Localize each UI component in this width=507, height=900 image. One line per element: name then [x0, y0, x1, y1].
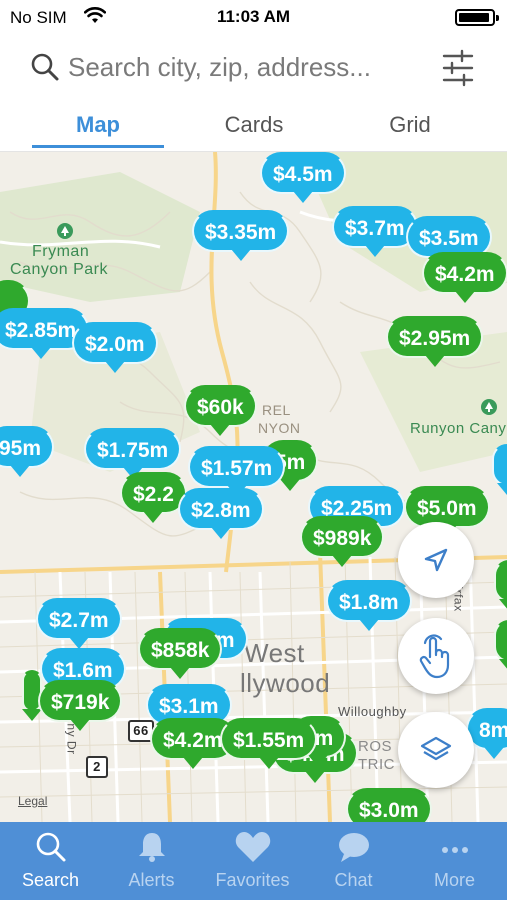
clock: 11:03 AM	[216, 7, 291, 26]
search-icon	[31, 53, 59, 81]
locate-me-button[interactable]	[398, 522, 474, 598]
price-pin[interactable]: $4.5m	[260, 152, 346, 203]
map-label-canyon: NYON	[258, 420, 301, 436]
more-dots-icon	[441, 847, 468, 853]
map-label-laurel: REL	[262, 402, 291, 418]
price-pin[interactable]: $2.95m	[386, 316, 484, 367]
nav-label: Search	[21, 870, 80, 890]
map-view[interactable]: Fryman Canyon Park Runyon Cany REL NYON …	[0, 152, 507, 822]
nav-chat[interactable]: Chat	[303, 822, 404, 900]
view-tabs: Map Cards Grid	[0, 100, 507, 152]
legal-link[interactable]: Legal	[18, 794, 47, 808]
bottom-tab-bar: Search Alerts Favorites Chat More	[0, 822, 507, 900]
nav-search[interactable]: Search	[0, 822, 101, 900]
route-2-shield: 2	[86, 756, 108, 778]
nav-alerts[interactable]: Alerts	[101, 822, 202, 900]
nav-label: Alerts	[128, 870, 175, 890]
price-pin[interactable]: $5.0m	[404, 486, 490, 537]
price-pin[interactable]: $858k	[138, 628, 223, 679]
price-pin[interactable]	[492, 444, 507, 495]
map-layers-button[interactable]	[398, 712, 474, 788]
price-pin[interactable]: $60k	[184, 385, 257, 436]
nav-favorites[interactable]: Favorites	[202, 822, 303, 900]
map-label-hollywood: llywood	[240, 668, 331, 698]
price-pin[interactable]: $2.2	[120, 472, 187, 523]
nav-label: More	[433, 870, 475, 890]
price-pin[interactable]: $3.7m	[332, 206, 418, 257]
map-label-west: West	[244, 638, 305, 668]
bell-icon	[138, 833, 165, 862]
nav-more[interactable]: More	[404, 822, 505, 900]
price-pin[interactable]: 95m	[0, 426, 55, 477]
map-label-willoughby: Willoughby	[338, 704, 407, 719]
navigation-arrow-icon	[424, 548, 448, 572]
draw-area-button[interactable]	[398, 618, 474, 694]
search-icon	[36, 832, 65, 862]
price-pin[interactable]: $3.35m	[192, 210, 290, 261]
park-marker-icon	[481, 399, 497, 415]
battery-icon	[455, 9, 499, 26]
price-pin[interactable]: $2.0m	[72, 322, 158, 373]
search-bar	[0, 40, 507, 96]
price-pin[interactable]	[494, 620, 507, 671]
hand-pointer-icon	[419, 634, 450, 679]
map-label-district: TRIC	[358, 756, 395, 773]
map-label-melrose: ROS	[358, 738, 393, 755]
price-pin[interactable]	[494, 560, 507, 611]
map-label-canyon-park: Canyon Park	[10, 261, 108, 278]
park-marker-icon	[57, 223, 73, 239]
price-pin[interactable]: $989k	[300, 516, 385, 567]
price-pin[interactable]: $719k	[38, 680, 123, 731]
price-pin[interactable]: $4.2m	[422, 252, 507, 303]
price-pin[interactable]: $1.57m	[188, 446, 286, 497]
tab-cards[interactable]: Cards	[184, 112, 324, 138]
price-pin[interactable]: $2.7m	[36, 598, 122, 649]
nav-label: Chat	[334, 870, 373, 890]
nav-label: Favorites	[215, 870, 290, 890]
price-pin[interactable]: $1.55m	[220, 718, 318, 769]
active-tab-indicator	[32, 145, 164, 148]
filter-sliders-icon[interactable]	[440, 48, 476, 88]
tab-map[interactable]: Map	[28, 112, 168, 138]
layers-icon	[420, 736, 452, 761]
price-pin[interactable]: $1.8m	[326, 580, 412, 631]
price-pin[interactable]: $3.0m	[346, 788, 432, 822]
heart-icon	[235, 832, 270, 862]
search-input[interactable]	[68, 48, 428, 86]
price-pin[interactable]: $1.75m	[84, 428, 182, 479]
tab-grid[interactable]: Grid	[340, 112, 480, 138]
status-bar: No SIM 11:03 AM	[0, 0, 507, 34]
chat-bubble-icon	[338, 833, 369, 862]
map-label-runyon: Runyon Cany	[410, 420, 507, 437]
price-pin[interactable]: $2.8m	[178, 488, 264, 539]
map-label-fryman: Fryman	[32, 243, 90, 260]
